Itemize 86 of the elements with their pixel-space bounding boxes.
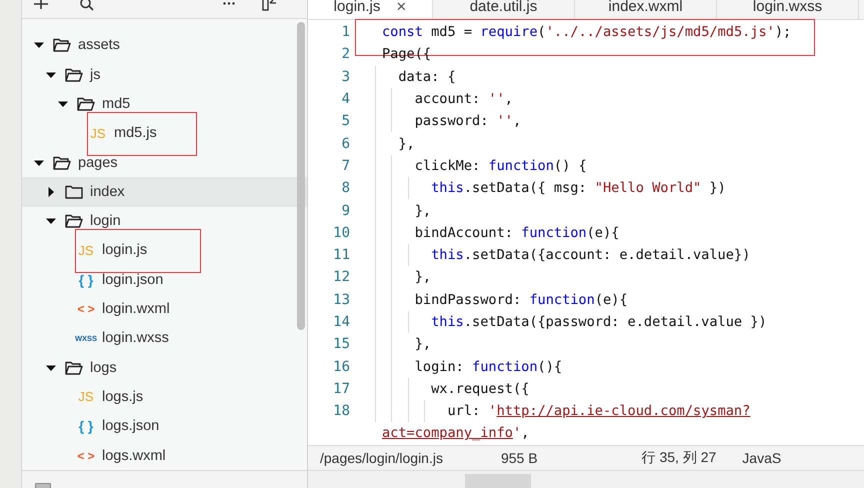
folder-item[interactable]: js xyxy=(22,60,307,90)
line-number: 2 xyxy=(340,46,350,62)
line-number: 10 xyxy=(332,224,350,241)
js-file-icon: JS xyxy=(77,242,95,258)
line-number: 1 xyxy=(340,24,350,40)
open-folder-icon xyxy=(53,38,71,52)
caret-down-icon[interactable] xyxy=(46,362,56,373)
file-size: 955 B xyxy=(500,450,538,466)
code-line: this.setData({account: e.detail.value}) xyxy=(430,247,750,264)
wxml-file-icon: < > xyxy=(77,448,95,463)
file-item[interactable]: < > logs.wxml xyxy=(22,440,307,470)
code-line: wx.request({ xyxy=(430,380,530,397)
line-number: 6 xyxy=(340,136,350,152)
plus-icon[interactable] xyxy=(34,0,48,10)
more-icon[interactable] xyxy=(223,2,235,5)
caret-down-icon[interactable] xyxy=(46,216,56,226)
file-item[interactable]: { } login.json xyxy=(22,265,307,294)
file-item[interactable]: < > login.wxml xyxy=(22,294,307,324)
line-number: 14 xyxy=(332,314,350,330)
folder-icon xyxy=(65,184,83,199)
code-line: }, xyxy=(397,136,415,152)
editor-tab[interactable]: date.util.js xyxy=(433,0,575,19)
file-item[interactable]: JS login.js xyxy=(22,236,307,266)
open-folder-icon xyxy=(65,214,83,228)
code-line: data: { xyxy=(397,68,456,85)
wxml-file-icon: < > xyxy=(77,302,95,316)
editor-tab[interactable]: login.js × xyxy=(308,0,433,19)
folder-item[interactable]: md5 xyxy=(22,89,307,119)
language-mode[interactable]: JavaS xyxy=(742,450,782,466)
line-number: 8 xyxy=(340,180,350,196)
line-number: 3 xyxy=(340,68,350,85)
editor-tab[interactable]: login.wxss xyxy=(717,0,859,19)
code-line: url: 'http://api.ie-cloud.com/sysman? xyxy=(446,403,750,420)
json-file-icon: { } xyxy=(77,272,95,288)
line-number: 15 xyxy=(332,336,350,352)
cursor-position[interactable]: 行 35, 列 27 xyxy=(642,449,716,467)
folder-item[interactable]: assets xyxy=(22,30,307,60)
line-number: 9 xyxy=(340,202,350,219)
line-number: 4 xyxy=(340,91,350,108)
caret-down-icon[interactable] xyxy=(34,40,44,50)
line-number: 7 xyxy=(340,158,350,174)
file-item[interactable]: JS md5.js xyxy=(22,118,307,148)
open-folder-icon xyxy=(65,68,83,82)
close-icon[interactable]: × xyxy=(396,0,406,14)
caret-right-icon[interactable] xyxy=(46,186,56,197)
caret-down-icon[interactable] xyxy=(58,98,68,109)
json-file-icon: { } xyxy=(77,418,95,434)
code-line: login: function(){ xyxy=(414,358,562,375)
open-folder-icon xyxy=(65,360,83,375)
code-line: act=company_info', xyxy=(382,425,530,442)
line-number: 13 xyxy=(332,292,350,308)
line-number: 12 xyxy=(332,269,350,286)
code-line: bindPassword: function(e){ xyxy=(414,292,628,308)
editor-tab[interactable]: index.wxml xyxy=(575,0,717,19)
line-number: 18 xyxy=(332,403,350,420)
collapse-panel-icon[interactable] xyxy=(262,0,276,11)
file-path: /pages/login/login.js xyxy=(320,450,443,466)
caret-down-icon[interactable] xyxy=(46,70,56,80)
code-line: }, xyxy=(414,202,432,219)
folder-item[interactable]: login xyxy=(22,206,307,236)
code-line: account: '', xyxy=(414,91,513,108)
file-item[interactable]: JS logs.js xyxy=(22,382,307,412)
code-line: clickMe: function() { xyxy=(414,158,587,174)
file-item[interactable]: { } logs.json xyxy=(22,412,307,441)
code-line: const md5 = require('../../assets/js/md5/md5.js'); xyxy=(382,24,792,40)
folder-item[interactable]: pages xyxy=(22,148,307,178)
js-file-icon: JS xyxy=(89,126,107,141)
folder-item[interactable]: logs xyxy=(22,353,307,382)
caret-down-icon[interactable] xyxy=(34,158,44,168)
code-line: password: '', xyxy=(414,113,522,130)
scrollbar-thumb[interactable] xyxy=(465,474,531,488)
open-folder-icon xyxy=(77,96,95,111)
code-line: }, xyxy=(414,269,432,286)
code-line: }, xyxy=(414,336,432,352)
line-number: 16 xyxy=(332,358,350,375)
line-number: 11 xyxy=(332,247,350,264)
code-line: bindAccount: function(e){ xyxy=(414,224,620,241)
line-number: 5 xyxy=(340,113,350,130)
code-line: this.setData({ msg: "Hello World" }) xyxy=(430,180,726,196)
js-file-icon: JS xyxy=(77,389,95,404)
code-line: this.setData({password: e.detail.value }) xyxy=(430,314,767,330)
scrollbar-thumb[interactable] xyxy=(297,22,305,330)
line-number: 17 xyxy=(332,380,350,397)
open-folder-icon xyxy=(53,156,71,170)
folder-item[interactable]: index xyxy=(22,177,307,207)
search-icon[interactable] xyxy=(80,0,94,11)
